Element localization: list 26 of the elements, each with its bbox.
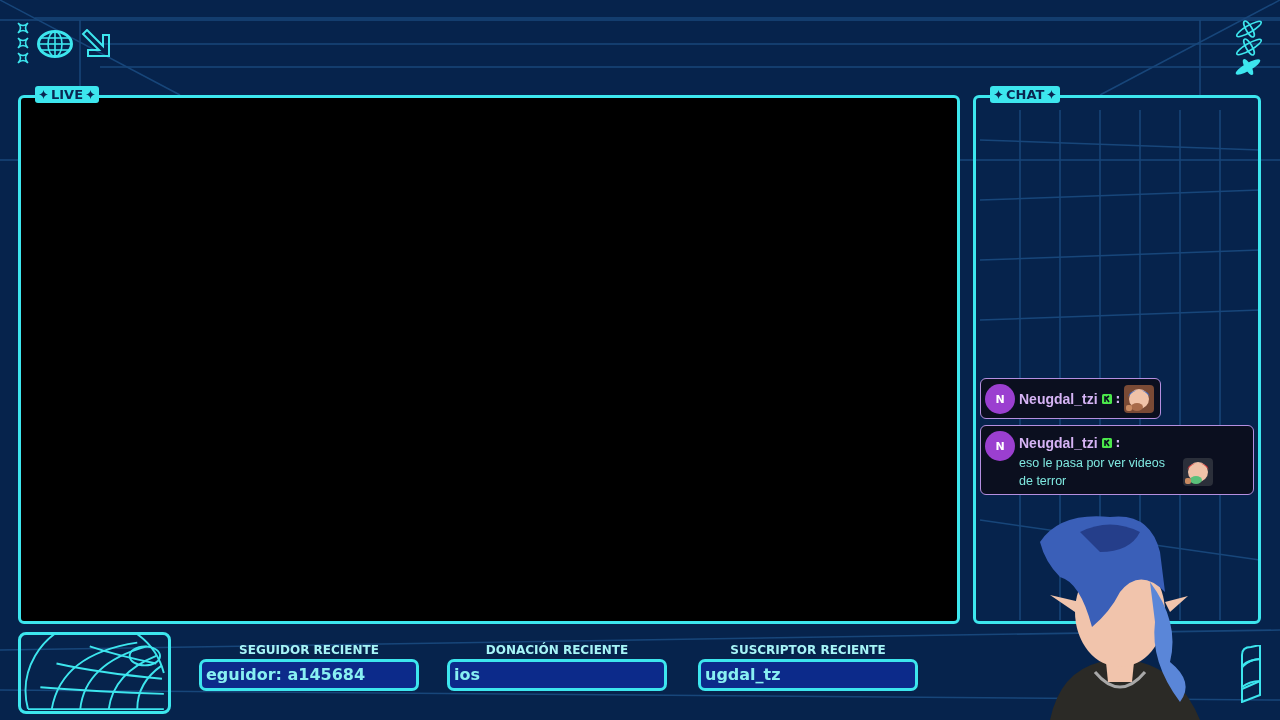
ribbon-icon <box>1240 645 1262 703</box>
badge-icon <box>1101 438 1112 448</box>
badge-icon <box>1101 394 1112 404</box>
chat-separator: : <box>1115 435 1121 452</box>
globe-icon <box>37 30 73 58</box>
sparkle-icon <box>86 90 96 99</box>
user-avatar: N <box>985 431 1015 461</box>
widget-value-field: ios <box>447 659 667 691</box>
widget-title: DONACIÓN RECIENTE <box>485 643 629 657</box>
chat-username: Neugdal_tzi <box>1019 390 1098 409</box>
chat-message-text: eso le pasa por ver videos de terror <box>1019 455 1166 490</box>
sparkle-icon <box>994 90 1003 99</box>
widget-title: SEGUIDOR RECIENTE <box>239 643 379 657</box>
chat-separator: : <box>1115 391 1121 408</box>
propeller-icon <box>1233 20 1265 78</box>
widget-value-field: eguidor: a145684 <box>199 659 419 691</box>
chat-username: Neugdal_tzi <box>1019 434 1098 453</box>
live-label: LIVE <box>51 87 84 102</box>
sparkle-icon <box>1047 90 1057 99</box>
chat-label: CHAT <box>1006 87 1045 102</box>
sparkle-icon <box>39 90 48 99</box>
user-avatar: N <box>985 384 1015 414</box>
sparkle-icon <box>17 22 29 66</box>
arrow-icon <box>81 29 111 58</box>
widget-title: SUSCRIPTOR RECIENTE <box>730 643 886 657</box>
widget-value-field: ugdal_tz <box>698 659 918 691</box>
